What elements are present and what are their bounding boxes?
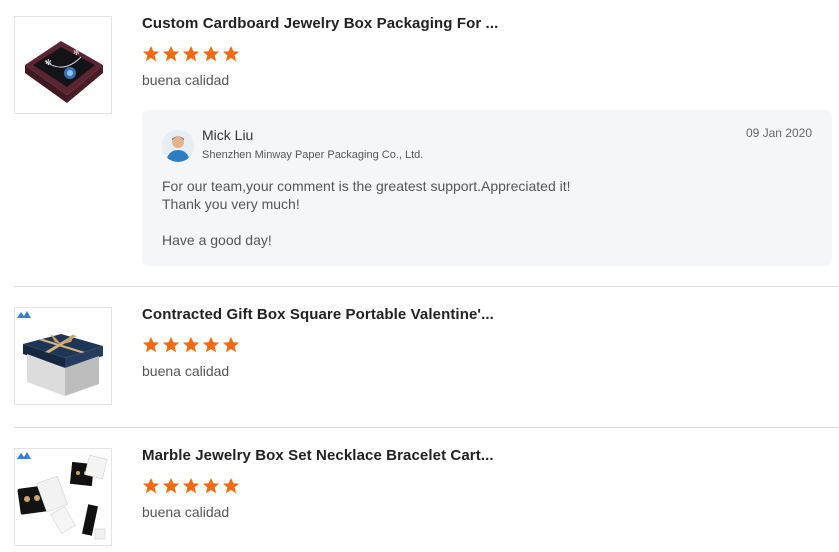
star-icon	[222, 336, 240, 353]
review-comment: buena calidad	[142, 72, 230, 88]
star-icon	[142, 45, 160, 62]
reply-message-line: For our team,your comment is the greates…	[162, 178, 571, 194]
rating-stars	[142, 45, 240, 63]
divider	[14, 286, 839, 287]
star-icon	[162, 336, 180, 353]
star-icon	[162, 45, 180, 62]
star-icon	[202, 336, 220, 353]
review-comment: buena calidad	[142, 504, 230, 520]
star-icon	[162, 477, 180, 494]
review-comment: buena calidad	[142, 363, 230, 379]
jewelry-box-necklace-image: ✻ ✻	[15, 17, 111, 113]
rating-stars	[142, 336, 240, 354]
svg-text:✻: ✻	[45, 58, 52, 67]
product-title[interactable]: Contracted Gift Box Square Portable Vale…	[142, 306, 494, 323]
star-icon	[182, 477, 200, 494]
seller-reply: Mick Liu Shenzhen Minway Paper Packaging…	[142, 110, 832, 266]
star-icon	[222, 45, 240, 62]
star-icon	[222, 477, 240, 494]
rating-stars	[142, 477, 240, 495]
brand-logo-icon	[17, 311, 31, 318]
brand-logo-icon	[17, 452, 31, 459]
svg-text:✻: ✻	[73, 48, 80, 57]
product-thumbnail[interactable]	[14, 307, 112, 405]
product-thumbnail[interactable]	[14, 448, 112, 546]
avatar	[162, 130, 194, 162]
star-icon	[182, 336, 200, 353]
star-icon	[142, 477, 160, 494]
divider	[14, 427, 839, 428]
product-title[interactable]: Marble Jewelry Box Set Necklace Bracelet…	[142, 447, 494, 464]
star-icon	[202, 45, 220, 62]
reply-message-line: Thank you very much!	[162, 196, 300, 212]
reply-date: 09 Jan 2020	[745, 126, 812, 140]
star-icon	[202, 477, 220, 494]
reply-message-line: Have a good day!	[162, 232, 272, 248]
marble-jewelry-box-set-image	[15, 449, 111, 545]
star-icon	[142, 336, 160, 353]
person-avatar-icon	[162, 130, 194, 162]
product-thumbnail[interactable]: ✻ ✻	[14, 16, 112, 114]
gift-box-image	[15, 308, 111, 404]
product-title[interactable]: Custom Cardboard Jewelry Box Packaging F…	[142, 15, 498, 32]
star-icon	[182, 45, 200, 62]
reply-author-name: Mick Liu	[202, 127, 254, 143]
reply-author-company: Shenzhen Minway Paper Packaging Co., Ltd…	[202, 149, 424, 161]
